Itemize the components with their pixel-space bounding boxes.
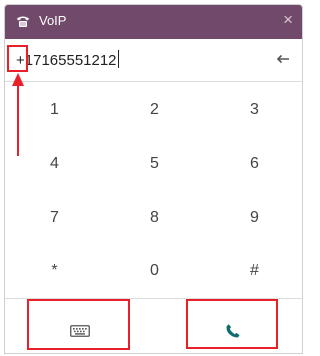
- phone-call-icon: [226, 323, 239, 337]
- voip-window: VoIP × +17165551212 1 2 3 4 5 6 7 8 9 * …: [4, 4, 303, 354]
- key-hash[interactable]: #: [205, 244, 302, 297]
- key-7[interactable]: 7: [5, 191, 104, 244]
- key-8[interactable]: 8: [105, 191, 204, 244]
- key-3[interactable]: 3: [205, 83, 302, 136]
- backspace-arrow-icon[interactable]: [276, 52, 290, 66]
- key-star[interactable]: *: [5, 244, 104, 297]
- key-0[interactable]: 0: [105, 244, 204, 297]
- footer-actions: [5, 298, 302, 353]
- key-2[interactable]: 2: [105, 83, 204, 136]
- key-5[interactable]: 5: [105, 137, 204, 190]
- window-title: VoIP: [39, 13, 67, 28]
- key-4[interactable]: 4: [5, 137, 104, 190]
- key-9[interactable]: 9: [205, 191, 302, 244]
- keyboard-toggle-button[interactable]: [29, 307, 130, 353]
- number-row: +17165551212: [5, 39, 302, 82]
- phone-number-input[interactable]: +17165551212: [16, 49, 256, 73]
- titlebar: VoIP ×: [5, 5, 302, 39]
- text-caret: [117, 50, 119, 68]
- keypad: 1 2 3 4 5 6 7 8 9 * 0 #: [5, 83, 302, 298]
- keyboard-icon: [69, 324, 90, 337]
- call-button[interactable]: [188, 307, 277, 353]
- key-6[interactable]: 6: [205, 137, 302, 190]
- phone-number-value: +17165551212: [16, 52, 117, 69]
- key-1[interactable]: 1: [5, 83, 104, 136]
- close-button[interactable]: ×: [283, 11, 293, 29]
- phone-handset-icon: [17, 16, 29, 27]
